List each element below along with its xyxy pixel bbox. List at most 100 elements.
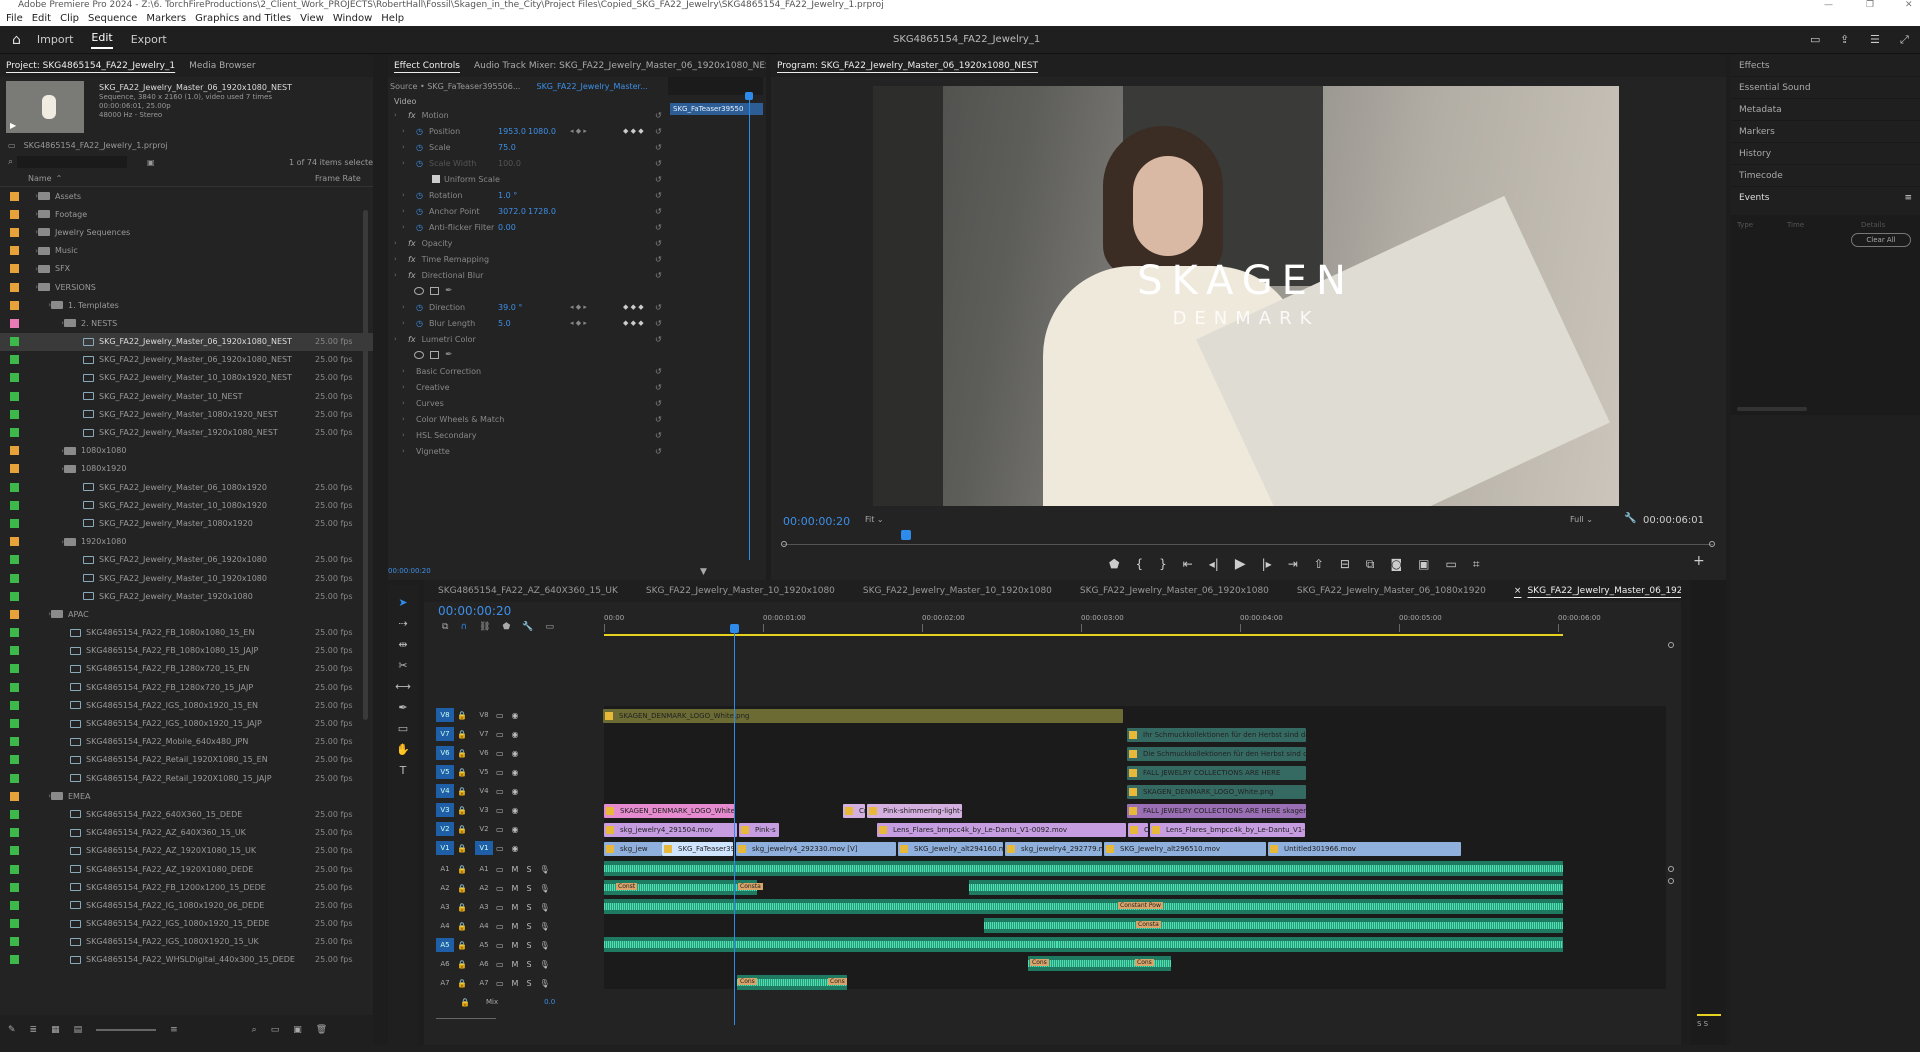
effect-row[interactable]: ✒ (388, 347, 670, 363)
marker-icon[interactable]: ⬟ (1109, 557, 1119, 571)
timeline-clip[interactable]: SKAGEN_DENMARK_LOGO_White (604, 804, 735, 818)
audio-track-header[interactable]: A5 🔒 A5 ▭ M S 🎙 (436, 936, 604, 954)
label-color-swatch[interactable] (10, 755, 19, 765)
track-target[interactable]: A1 (475, 862, 493, 876)
sequence-tab[interactable]: SKG_FA22_Jewelry_Master_10_1920x1080 (863, 586, 1052, 596)
add-button-icon[interactable]: + (1693, 553, 1705, 569)
project-item[interactable]: SKG4865154_FA22_Retail_1920X1080_15_JAJP… (0, 769, 373, 787)
label-color-swatch[interactable] (10, 446, 19, 456)
quality-dropdown[interactable]: Full ⌄ (1570, 515, 1593, 524)
mic-icon[interactable]: 🎙 (540, 941, 550, 950)
track-target[interactable]: A2 (475, 881, 493, 895)
ripple-edit-icon[interactable]: ⇹ (395, 637, 411, 653)
lock-icon[interactable]: 🔒 (457, 941, 467, 950)
camera-icon[interactable]: ◙ (1390, 557, 1402, 571)
effect-value-2[interactable]: 1080.0 (528, 127, 556, 136)
rect-mask-icon[interactable] (430, 287, 439, 295)
sync-lock-icon[interactable]: ▭ (496, 844, 504, 853)
ellipse-mask-icon[interactable] (414, 287, 424, 295)
source-patch[interactable]: A6 (436, 957, 454, 971)
label-color-swatch[interactable] (10, 318, 19, 328)
label-color-swatch[interactable] (10, 809, 19, 819)
twirl-icon[interactable]: › (402, 447, 412, 455)
mute-icon[interactable]: M (512, 865, 519, 874)
extract-icon[interactable]: ⊟ (1340, 557, 1350, 571)
mic-icon[interactable]: 🎙 (540, 903, 550, 912)
sequence-tab[interactable]: SKG_FA22_Jewelry_Master_10_1920x1080 (646, 586, 835, 596)
effect-row[interactable]: › fx Directional Blur ↺ (388, 267, 670, 283)
reset-icon[interactable]: ↺ (655, 255, 662, 264)
lock-icon[interactable]: 🔒 (457, 768, 467, 777)
eye-icon[interactable]: ◉ (512, 730, 519, 739)
label-color-swatch[interactable] (10, 428, 19, 438)
effect-row[interactable]: › Creative ↺ (388, 379, 670, 395)
mic-icon[interactable]: 🎙 (540, 884, 550, 893)
effect-row[interactable]: › ◷ Direction 39.0 ° ◂ ◆ ▸ ◆ ◆ ◆ ↺ (388, 299, 670, 315)
label-color-swatch[interactable] (10, 900, 19, 910)
project-item[interactable]: SKG4865154_FA22_FB_1080x1080_15_JAJP 25.0… (0, 642, 373, 660)
wrench-icon[interactable]: 🔧 (1624, 513, 1636, 524)
source-patch[interactable]: V2 (436, 822, 454, 836)
share-icon[interactable]: ⇪ (1840, 33, 1849, 46)
selection-tool-icon[interactable]: ➤ (395, 595, 411, 611)
lock-icon[interactable]: 🔒 (457, 922, 467, 931)
effect-row[interactable]: › HSL Secondary ↺ (388, 427, 670, 443)
project-item[interactable]: › 1080x1920 (0, 460, 373, 478)
project-item[interactable]: SKG4865154_FA22_WHSLDigital_440x300_15_D… (0, 951, 373, 969)
sync-lock-icon[interactable]: ▭ (496, 941, 504, 950)
project-item[interactable]: SKG4865154_FA22_AZ_1920X1080_DEDE 25.00 f… (0, 860, 373, 878)
reset-icon[interactable]: ↺ (655, 223, 662, 232)
ec-playhead[interactable] (745, 92, 753, 100)
disclosure-icon[interactable]: › (25, 210, 38, 218)
mute-icon[interactable]: M (512, 922, 519, 931)
tab-edit[interactable]: Edit (91, 31, 113, 49)
freeform-view-icon[interactable]: ▤ (74, 1025, 83, 1035)
scrub-end-handle[interactable] (1709, 541, 1715, 547)
meter-solo-labels[interactable]: S S (1697, 1020, 1708, 1028)
project-item[interactable]: SKG_FA22_Jewelry_Master_06_1080x1920 25.0… (0, 478, 373, 496)
fit-dropdown[interactable]: Fit ⌄ (865, 515, 884, 524)
project-item[interactable]: SKG4865154_FA22_IG_1080x1920_06_DEDE 25.0… (0, 896, 373, 914)
effect-row[interactable]: › ◷ Anti-flicker Filter 0.00 ↺ (388, 219, 670, 235)
reset-icon[interactable]: ↺ (655, 271, 662, 280)
panel-metadata[interactable]: Metadata (1731, 99, 1920, 121)
mic-icon[interactable]: 🎙 (540, 865, 550, 874)
project-item[interactable]: SKG4865154_FA22_Retail_1920X1080_15_EN 25… (0, 751, 373, 769)
tab-project[interactable]: Project: SKG4865154_FA22_Jewelry_1 (6, 61, 175, 71)
label-color-swatch[interactable] (10, 773, 19, 783)
timeline-clip[interactable]: Untitled301966.mov (1268, 842, 1461, 856)
timeline-clip[interactable]: SKAGEN_DENMARK_LOGO_White.png (603, 709, 1123, 723)
timeline-clip[interactable]: Cross (1128, 823, 1148, 837)
project-item[interactable]: › Footage (0, 205, 373, 223)
solo-icon[interactable]: S (526, 903, 531, 912)
mute-icon[interactable]: M (512, 884, 519, 893)
twirl-icon[interactable]: › (402, 431, 412, 439)
project-item[interactable]: SKG4865154_FA22_FB_1280x720_15_EN 25.00 f… (0, 660, 373, 678)
project-item[interactable]: SKG_FA22_Jewelry_Master_06_1920x1080 25.0… (0, 551, 373, 569)
captions-icon[interactable]: ▭ (546, 622, 555, 632)
add-marker-icon[interactable]: ⬟ (502, 622, 510, 632)
lift-icon[interactable]: ⇧ (1314, 557, 1324, 571)
tab-effect-controls[interactable]: Effect Controls (394, 61, 460, 71)
multicam-icon[interactable]: ▣ (1418, 557, 1429, 571)
project-item[interactable]: SKG_FA22_Jewelry_Master_10_NEST 25.00 fps (0, 387, 373, 405)
stopwatch-icon[interactable]: ◷ (416, 127, 423, 136)
snap-icon[interactable]: ∩ (460, 622, 467, 632)
audio-clip[interactable] (604, 899, 1563, 914)
project-item[interactable]: › EMEA (0, 787, 373, 805)
timeline-clip[interactable]: skg_jewelry4_292330.mov [V] (736, 842, 896, 856)
sync-lock-icon[interactable]: ▭ (496, 730, 504, 739)
label-color-swatch[interactable] (10, 264, 19, 274)
mic-icon[interactable]: 🎙 (540, 922, 550, 931)
lock-icon[interactable]: 🔒 (457, 884, 467, 893)
timeline-vscroll[interactable] (1668, 640, 1676, 1010)
track-target[interactable]: V6 (475, 746, 493, 760)
audio-track-header[interactable]: A1 🔒 A1 ▭ M S 🎙 (436, 860, 604, 878)
timeline-clip[interactable]: Ihr Schmuckkollektionen für den Herbst s… (1127, 728, 1306, 742)
reset-icon[interactable]: ↺ (655, 399, 662, 408)
track-target[interactable]: V8 (475, 708, 493, 722)
label-color-swatch[interactable] (10, 791, 19, 801)
label-color-swatch[interactable] (10, 209, 19, 219)
label-color-swatch[interactable] (10, 500, 19, 510)
label-color-swatch[interactable] (10, 555, 19, 565)
